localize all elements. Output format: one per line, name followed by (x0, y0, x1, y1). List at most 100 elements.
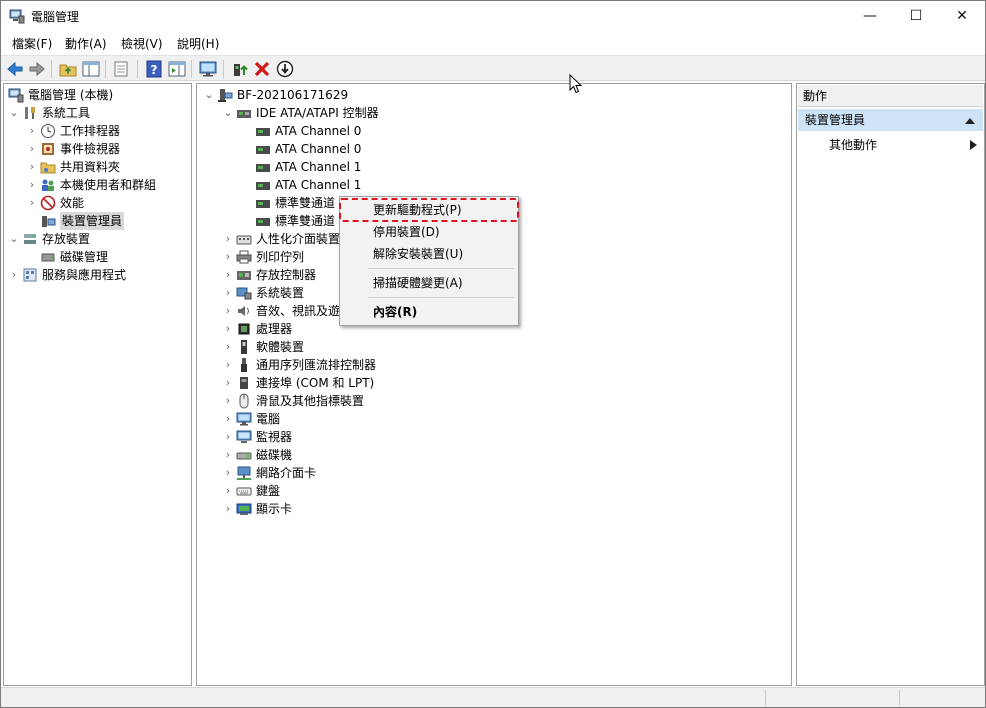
chevron-right-icon[interactable]: › (222, 374, 234, 392)
menu-file[interactable]: 檔案(F) (12, 35, 52, 52)
device-category[interactable]: › 監視器 (222, 428, 522, 446)
collapse-up-icon[interactable] (965, 117, 975, 124)
device-manager-icon (42, 216, 56, 227)
chevron-right-icon[interactable]: › (222, 464, 234, 482)
tree-item-label: 網路介面卡 (256, 466, 317, 480)
mouse-cursor-icon (569, 74, 583, 94)
tree-item[interactable]: ⌄ 系統工具 (8, 104, 189, 122)
more-actions-label: 其他動作 (829, 138, 878, 152)
menu-scan-hardware[interactable]: 掃描硬體變更(A) (340, 272, 518, 294)
tree-item-label: 工作排程器 (60, 124, 121, 138)
computer-icon (236, 412, 252, 426)
display-adapter-icon (236, 503, 252, 515)
chevron-right-icon[interactable]: › (222, 320, 234, 338)
chevron-right-icon[interactable]: › (222, 338, 234, 356)
ide-channel-item[interactable]: ATA Channel 1 (241, 176, 501, 194)
menu-help[interactable]: 說明(H) (177, 35, 219, 52)
device-category[interactable]: › 滑鼠及其他指標裝置 (222, 392, 522, 410)
forward-icon[interactable] (27, 59, 47, 79)
device-category[interactable]: › 電腦 (222, 410, 522, 428)
tree-item[interactable]: ⌄ 存放裝置 (8, 230, 189, 248)
chevron-right-icon[interactable]: › (26, 194, 38, 212)
chevron-right-icon[interactable]: › (222, 356, 234, 374)
help-icon[interactable]: ? (144, 59, 164, 79)
menu-disable-device[interactable]: 停用裝置(D) (340, 221, 518, 243)
actions-section-device-manager[interactable]: 裝置管理員 (798, 109, 983, 131)
device-category[interactable]: › 軟體裝置 (222, 338, 522, 356)
chevron-right-icon[interactable]: › (222, 302, 234, 320)
actions-section-label: 裝置管理員 (805, 113, 866, 127)
chevron-down-icon[interactable]: ⌄ (222, 104, 234, 122)
monitor-icon[interactable] (198, 59, 218, 79)
tree-item-label: 服務與應用程式 (42, 268, 127, 282)
svg-text:?: ? (151, 63, 158, 77)
tree-item-label: 鍵盤 (256, 484, 281, 498)
device-category[interactable]: › 通用序列匯流排控制器 (222, 356, 522, 374)
tree-item[interactable]: › 服務與應用程式 (8, 266, 189, 284)
tree-item[interactable]: › 事件檢視器 (26, 140, 189, 158)
ide-channel-item[interactable]: ATA Channel 0 (241, 140, 501, 158)
chevron-right-icon[interactable]: › (8, 266, 20, 284)
show-hide-tree-icon[interactable] (81, 59, 101, 79)
title-bar[interactable]: 電腦管理 — ☐ ✕ (1, 1, 985, 31)
device-root-node[interactable]: ⌄ BF-202106171629 (203, 86, 503, 104)
menu-action[interactable]: 動作(A) (65, 35, 107, 52)
chevron-right-icon[interactable]: › (26, 176, 38, 194)
chevron-right-icon[interactable]: › (26, 122, 38, 140)
chevron-right-icon[interactable]: › (222, 392, 234, 410)
ide-controller-group[interactable]: ⌄ IDE ATA/ATAPI 控制器 (222, 104, 522, 122)
chevron-right-icon[interactable]: › (26, 158, 38, 176)
chevron-down-icon[interactable]: ⌄ (8, 230, 20, 248)
show-hide-action-icon[interactable] (167, 59, 187, 79)
status-segment (899, 690, 900, 706)
device-tree-pane[interactable]: ⌄ BF-202106171629 ⌄ IDE ATA/ATAPI 控制器 AT… (196, 83, 792, 686)
ide-channel-item[interactable]: ATA Channel 1 (241, 158, 501, 176)
disable-icon[interactable] (275, 59, 295, 79)
device-category[interactable]: › 鍵盤 (222, 482, 522, 500)
device-category[interactable]: › 連接埠 (COM 和 LPT) (222, 374, 522, 392)
back-icon[interactable] (5, 59, 25, 79)
tree-item[interactable]: › 本機使用者和群組 (26, 176, 189, 194)
chevron-right-icon[interactable]: › (222, 446, 234, 464)
uninstall-icon[interactable] (252, 59, 272, 79)
tree-item[interactable]: 裝置管理員 (26, 212, 189, 230)
chevron-right-icon[interactable]: › (26, 140, 38, 158)
chevron-right-icon[interactable]: › (222, 428, 234, 446)
tree-item[interactable]: › 共用資料夾 (26, 158, 189, 176)
more-actions-item[interactable]: 其他動作 (829, 136, 877, 154)
update-driver-icon[interactable] (230, 59, 250, 79)
menu-properties[interactable]: 內容(R) (340, 301, 518, 323)
chevron-right-icon[interactable]: › (222, 248, 234, 266)
console-tree-pane[interactable]: 電腦管理 (本機) ⌄ 系統工具 › 工作排程器 › 事件檢視器 › 共用資料夾 › 本機使用者和… (3, 83, 192, 686)
chevron-right-icon[interactable]: › (222, 230, 234, 248)
chevron-down-icon[interactable]: ⌄ (203, 86, 215, 104)
device-category[interactable]: › 網路介面卡 (222, 464, 522, 482)
toolbar-separator (223, 60, 224, 78)
menu-update-driver[interactable]: 更新驅動程式(P) (340, 199, 518, 221)
tree-item[interactable]: 磁碟管理 (26, 248, 189, 266)
status-bar (1, 687, 985, 707)
chevron-right-icon[interactable]: › (222, 482, 234, 500)
tree-item[interactable]: › 效能 (26, 194, 189, 212)
chevron-right-icon[interactable]: › (222, 500, 234, 518)
chevron-right-icon[interactable]: › (222, 266, 234, 284)
chevron-right-icon[interactable]: › (222, 284, 234, 302)
monitor-icon (236, 430, 252, 443)
tree-item[interactable]: › 工作排程器 (26, 122, 189, 140)
close-button[interactable]: ✕ (939, 1, 985, 31)
tree-item-label: 處理器 (256, 322, 293, 336)
up-folder-icon[interactable] (58, 59, 78, 79)
minimize-button[interactable]: — (847, 1, 893, 31)
ide-channel-item[interactable]: ATA Channel 0 (241, 122, 501, 140)
menu-uninstall-device[interactable]: 解除安裝裝置(U) (340, 243, 518, 265)
chevron-right-icon[interactable]: › (222, 410, 234, 428)
maximize-button[interactable]: ☐ (893, 1, 939, 31)
device-category[interactable]: › 磁碟機 (222, 446, 522, 464)
chevron-down-icon[interactable]: ⌄ (8, 104, 20, 122)
tree-item-label: 滑鼠及其他指標裝置 (256, 394, 365, 408)
device-category[interactable]: › 顯示卡 (222, 500, 522, 518)
submenu-arrow-icon[interactable] (970, 140, 977, 150)
properties-icon[interactable] (111, 59, 131, 79)
context-menu: 更新驅動程式(P) 停用裝置(D) 解除安裝裝置(U) 掃描硬體變更(A) 內容… (339, 196, 519, 326)
menu-view[interactable]: 檢視(V) (121, 35, 163, 52)
